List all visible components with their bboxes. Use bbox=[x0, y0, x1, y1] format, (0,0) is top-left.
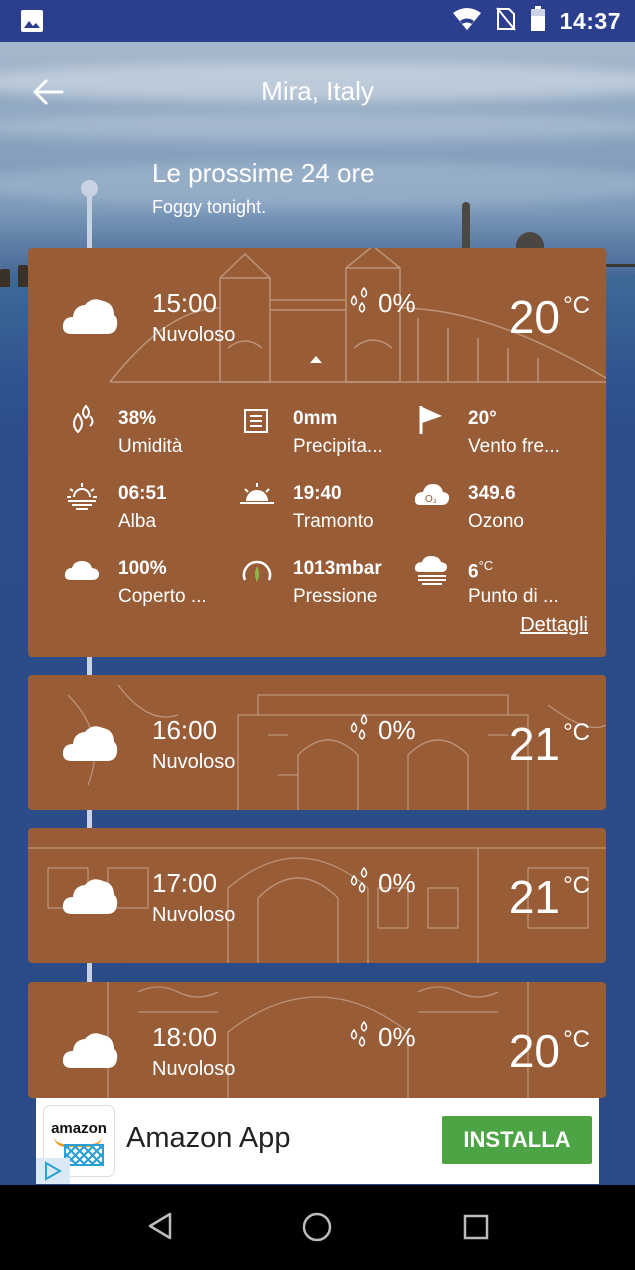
details-link[interactable]: Dettagli bbox=[520, 614, 588, 637]
hour-time: 15:00 bbox=[152, 288, 218, 318]
rain-chance: 0% bbox=[378, 868, 416, 898]
rain-chance: 0% bbox=[378, 1022, 416, 1052]
detail-ozone: O₃ 349.6 Ozono bbox=[414, 473, 584, 533]
section-title: Le prossime 24 ore bbox=[152, 158, 375, 188]
status-bar: 14:37 bbox=[0, 0, 635, 42]
hour-card[interactable]: 16:00 Nuvoloso 0% 21 °C bbox=[28, 675, 606, 810]
collapse-caret-icon[interactable] bbox=[310, 356, 322, 363]
detail-sunset: 19:40 Tramonto bbox=[239, 473, 409, 533]
hour-temperature: 21 bbox=[508, 718, 560, 770]
cloudy-icon bbox=[62, 721, 118, 768]
temperature-unit: °C bbox=[563, 1026, 590, 1053]
ad-banner[interactable]: amazon Amazon App INSTALLA bbox=[36, 1098, 599, 1184]
cloudy-icon bbox=[62, 1028, 118, 1075]
humidity-icon bbox=[73, 404, 94, 434]
recents-square-icon[interactable] bbox=[463, 1214, 489, 1245]
rain-chance: 0% bbox=[378, 715, 416, 745]
image-icon bbox=[20, 9, 44, 38]
temperature-unit: °C bbox=[563, 872, 590, 899]
wind-flag-icon bbox=[419, 406, 442, 434]
hour-card[interactable]: 18:00 Nuvoloso 0% 20 °C bbox=[28, 982, 606, 1098]
sunrise-icon bbox=[67, 483, 97, 510]
hour-time: 16:00 bbox=[152, 715, 218, 745]
detail-pressure: 1013mbar Pressione bbox=[239, 548, 409, 608]
ad-title: Amazon App bbox=[126, 1122, 291, 1154]
precipitation-gauge-icon bbox=[244, 409, 268, 433]
home-circle-icon[interactable] bbox=[302, 1212, 332, 1247]
raindrops-icon bbox=[346, 286, 372, 321]
detail-dew-point: 6°C Punto di ... bbox=[414, 548, 584, 608]
section-subtitle: Foggy tonight. bbox=[152, 197, 267, 217]
hour-condition: Nuvoloso bbox=[152, 324, 236, 346]
dew-point-icon bbox=[414, 556, 447, 585]
temperature-unit: °C bbox=[563, 719, 590, 746]
no-sim-icon bbox=[495, 6, 516, 36]
raindrops-icon bbox=[346, 866, 372, 901]
svg-text:O₃: O₃ bbox=[425, 494, 437, 505]
pressure-icon bbox=[242, 560, 272, 582]
raindrops-icon bbox=[346, 1020, 372, 1055]
sunset-icon bbox=[240, 483, 274, 504]
wifi-icon bbox=[452, 7, 482, 36]
cloudy-icon bbox=[62, 874, 118, 921]
battery-icon bbox=[530, 5, 546, 37]
cloudy-icon bbox=[62, 294, 118, 341]
hour-card[interactable]: 17:00 Nuvoloso 0% 21 °C bbox=[28, 828, 606, 963]
hour-condition: Nuvoloso bbox=[152, 1058, 236, 1080]
system-navbar bbox=[0, 1185, 635, 1270]
rain-chance: 0% bbox=[378, 288, 416, 318]
detail-precipitation: 0mm Precipita... bbox=[239, 398, 409, 458]
hour-time: 17:00 bbox=[152, 868, 218, 898]
raindrops-icon bbox=[346, 713, 372, 748]
adchoices-icon[interactable] bbox=[36, 1158, 70, 1184]
ozone-icon: O₃ bbox=[414, 484, 450, 505]
back-triangle-icon[interactable] bbox=[146, 1211, 174, 1246]
hour-time: 18:00 bbox=[152, 1022, 218, 1052]
hour-condition: Nuvoloso bbox=[152, 751, 236, 773]
detail-cloud-cover: 100% Coperto ... bbox=[64, 548, 234, 608]
hour-card-expanded[interactable]: 15:00 Nuvoloso 0% 20 °C 38% Umidità 0mm … bbox=[28, 248, 606, 657]
cloud-icon bbox=[64, 561, 99, 580]
detail-wind: 20° Vento fre... bbox=[414, 398, 584, 458]
detail-sunrise: 06:51 Alba bbox=[64, 473, 234, 533]
hour-temperature: 20 bbox=[508, 291, 560, 343]
location-title: Mira, Italy bbox=[261, 76, 374, 106]
detail-humidity: 38% Umidità bbox=[64, 398, 234, 458]
temperature-unit: °C bbox=[563, 292, 590, 319]
status-time: 14:37 bbox=[559, 7, 621, 34]
hour-condition: Nuvoloso bbox=[152, 904, 236, 926]
install-button[interactable]: INSTALLA bbox=[442, 1116, 592, 1164]
hour-temperature: 21 bbox=[508, 871, 560, 923]
timeline-dot bbox=[81, 180, 98, 197]
hour-temperature: 20 bbox=[508, 1025, 560, 1077]
